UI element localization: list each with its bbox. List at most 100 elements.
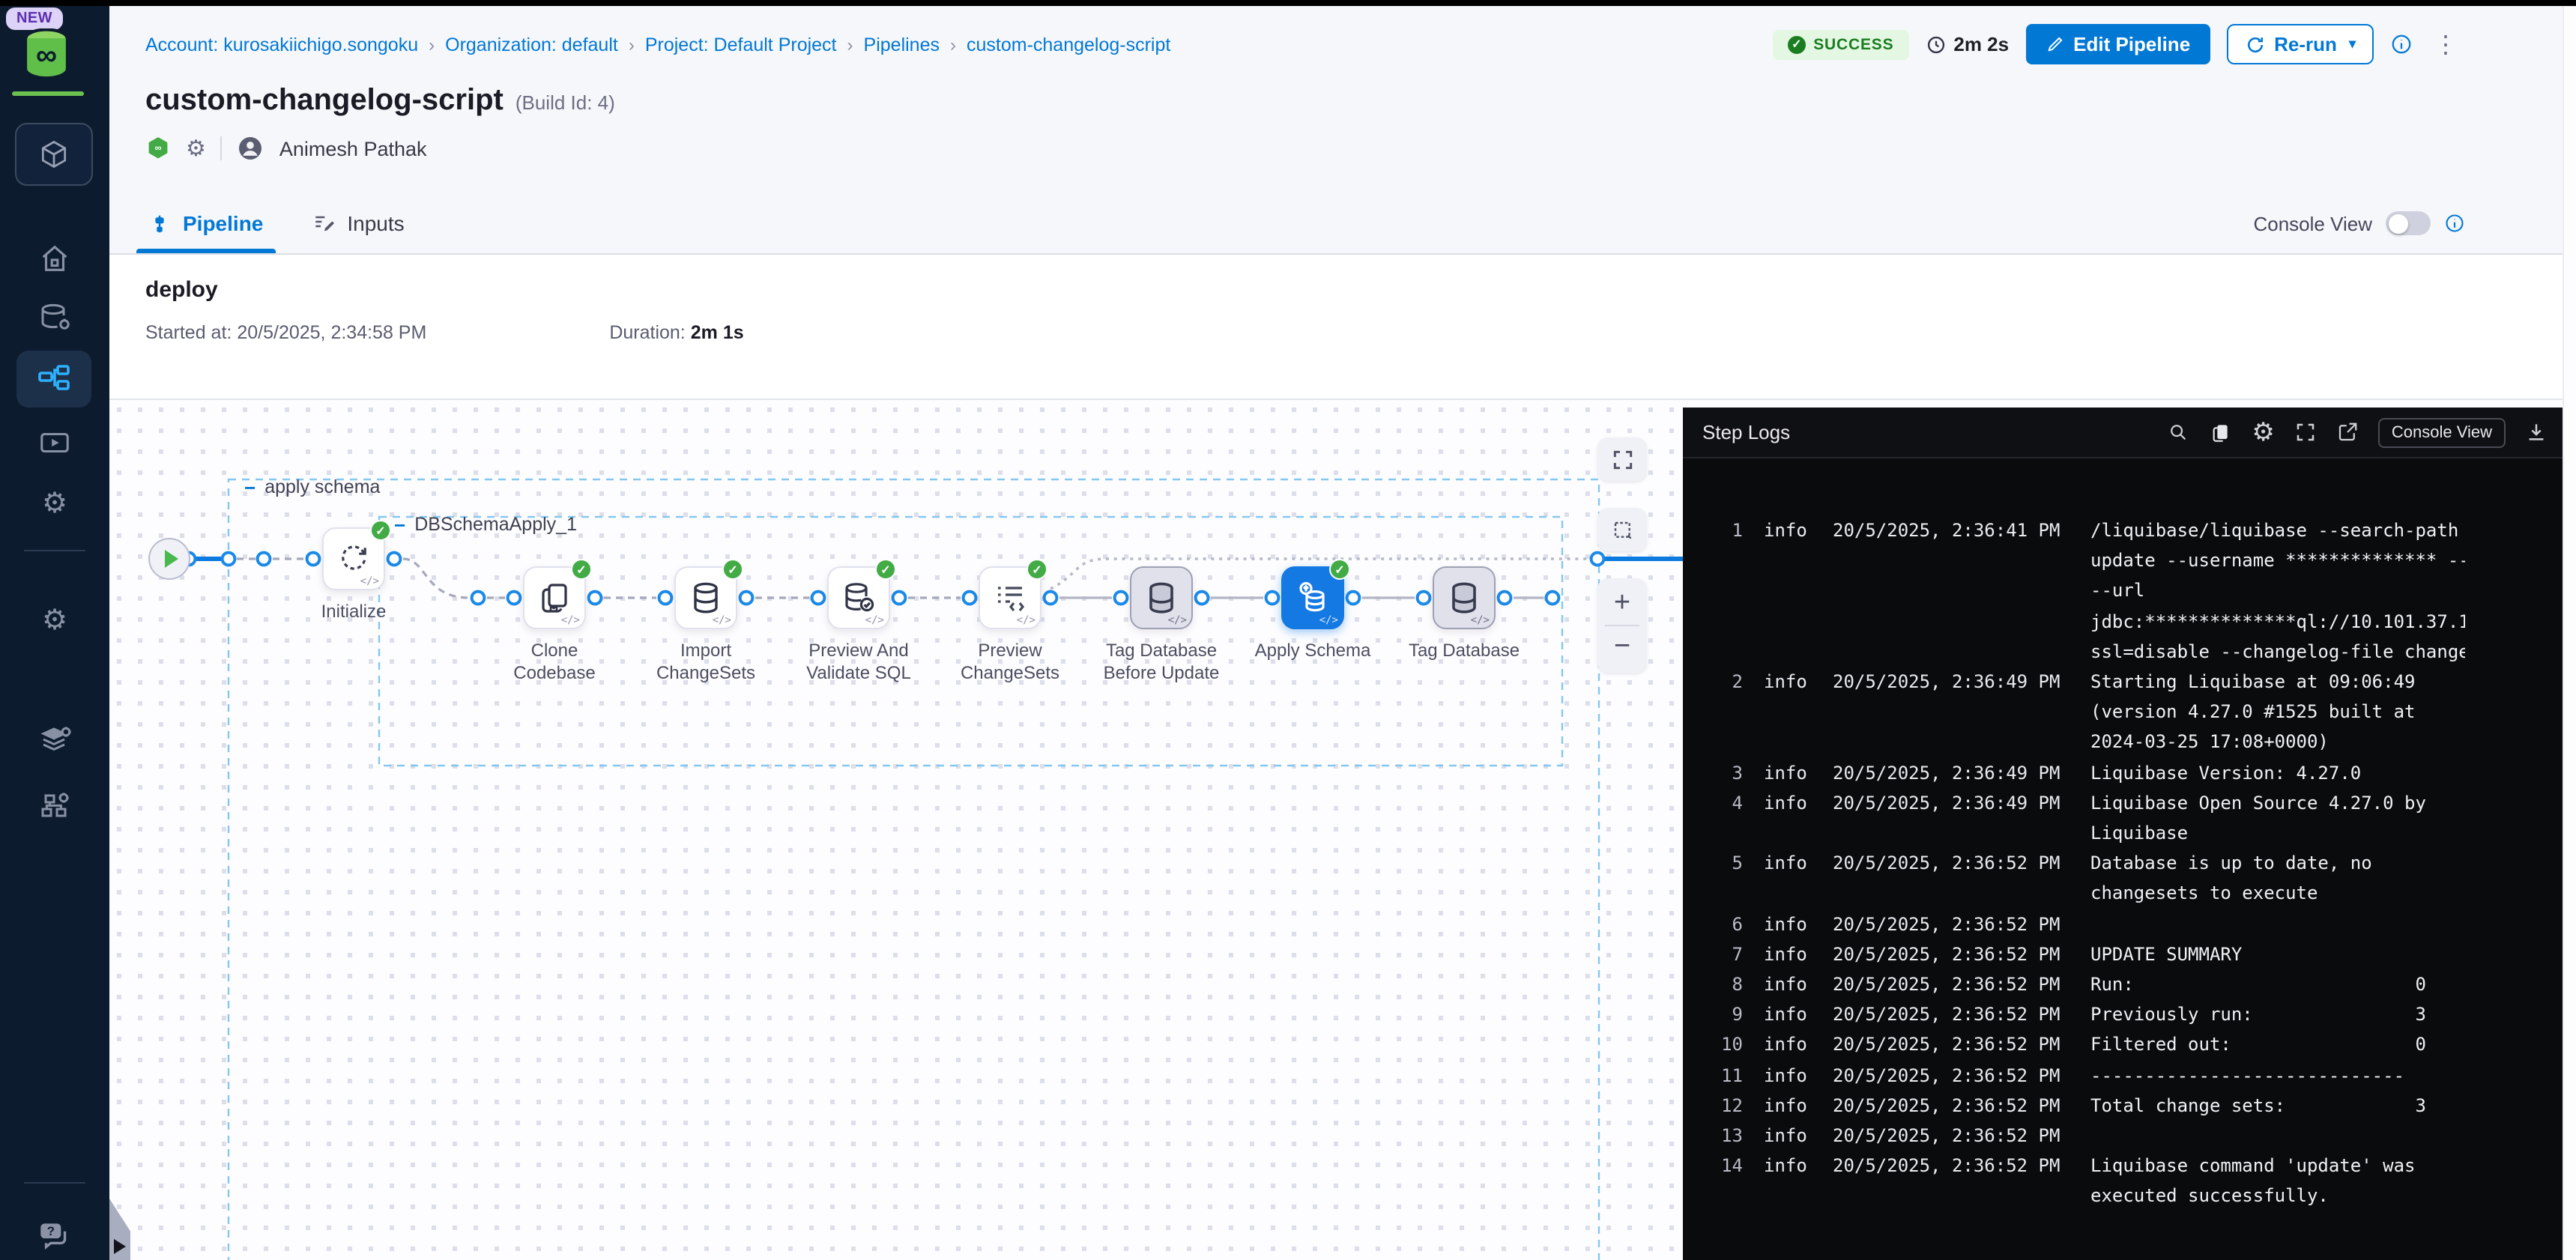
pipeline-step-initialize[interactable]: ✓</> [322, 527, 385, 590]
rerun-refresh-icon [2244, 34, 2265, 55]
code-mark-icon: </> [561, 614, 580, 626]
edit-pipeline-button[interactable]: Edit Pipeline [2025, 24, 2210, 64]
liquibase-db-logo-icon[interactable]: ∞ [21, 28, 72, 79]
log-console-view-button[interactable]: Console View [2378, 417, 2506, 447]
pipeline-step-tag-database[interactable]: </> [1433, 566, 1496, 629]
log-level: info [1764, 909, 1812, 939]
log-message: Starting Liquibase at 09:06:49 [2090, 667, 2465, 697]
log-copy-button[interactable] [2208, 420, 2232, 444]
log-open-new-tab-button[interactable] [2336, 421, 2359, 443]
log-line-number [1704, 637, 1743, 667]
executions-icon [37, 425, 72, 460]
chevron-down-icon: ▾ [2349, 36, 2356, 52]
download-icon [2525, 421, 2548, 443]
breadcrumb-link[interactable]: Pipelines [864, 34, 940, 55]
pipeline-step-preview-changesets[interactable]: ✓</> [979, 566, 1041, 629]
breadcrumb-link[interactable]: Organization: default [445, 34, 618, 55]
console-view-toggle[interactable] [2386, 211, 2431, 235]
page-scrollbar[interactable] [2563, 6, 2576, 1260]
pipeline-step-tag-database-before-update[interactable]: </> [1130, 566, 1193, 629]
collapse-group-button[interactable]: − [244, 477, 256, 497]
success-check-icon: ✓ [722, 559, 743, 580]
log-row: 7info20/5/2025, 2:36:52 PMUPDATE SUMMARY [1704, 939, 2563, 969]
selection-mode-button[interactable] [1597, 508, 1647, 551]
log-timestamp [1833, 697, 2069, 727]
log-line-number: 10 [1704, 1030, 1743, 1060]
sidebar-item-executions[interactable] [0, 425, 109, 460]
log-timestamp: 20/5/2025, 2:36:52 PM [1833, 1151, 2069, 1181]
rerun-button[interactable]: Re-run ▾ [2226, 24, 2374, 64]
sidebar-item-resources[interactable] [0, 722, 109, 758]
module-switcher-button[interactable] [15, 123, 93, 186]
sidebar-item-account-settings[interactable] [0, 788, 109, 824]
info-icon[interactable] [2444, 213, 2465, 234]
log-row: 8info20/5/2025, 2:36:52 PMRun: 0 [1704, 969, 2563, 999]
success-check-icon: ✓ [1329, 559, 1350, 580]
stage-summary: deploy Started at: 20/5/2025, 2:34:58 PM… [109, 255, 2576, 402]
pipeline-step-clone-codebase[interactable]: ✓</> [523, 566, 586, 629]
step-label: Import ChangeSets [637, 640, 775, 685]
help-chat-icon: ? [36, 1217, 73, 1254]
sidebar-item-databases[interactable] [0, 300, 109, 336]
log-line-number: 13 [1704, 1121, 1743, 1151]
sidebar-item-project-settings[interactable]: ⚙ [0, 607, 109, 635]
log-settings-button[interactable]: ⚙ [2252, 420, 2275, 445]
breadcrumb-link[interactable]: Project: Default Project [645, 34, 837, 55]
info-icon[interactable] [2390, 33, 2413, 55]
home-icon [37, 241, 72, 276]
log-fullscreen-button[interactable] [2294, 421, 2317, 443]
build-id: (Build Id: 4) [515, 91, 615, 114]
step-logs-title: Step Logs [1702, 421, 1790, 443]
help-button[interactable]: ? [0, 1217, 109, 1254]
log-message: changesets to execute [2090, 879, 2465, 909]
sidebar-item-home[interactable] [0, 241, 109, 276]
log-row: 4info20/5/2025, 2:36:49 PMLiquibase Open… [1704, 788, 2563, 818]
clock-icon [1925, 34, 1946, 55]
log-message: Run: 0 [2090, 969, 2465, 999]
more-options-button[interactable]: ⋮ [2429, 29, 2462, 59]
database-gear-icon [37, 300, 73, 336]
pipeline-tab-icon [148, 212, 171, 234]
new-badge: NEW [6, 7, 63, 30]
org-gear-icon [37, 788, 73, 824]
pipeline-step-import-changesets[interactable]: ✓</> [674, 566, 737, 629]
log-message: Previously run: 3 [2090, 1000, 2465, 1030]
log-row: changesets to execute [1704, 879, 2563, 909]
breadcrumb-link[interactable]: custom-changelog-script [967, 34, 1170, 55]
pipeline-settings-gear-icon[interactable]: ⚙ [186, 137, 206, 160]
sidebar-item-pipelines[interactable] [16, 351, 91, 408]
collapse-group-button[interactable]: − [394, 515, 405, 534]
tab-inputs[interactable]: Inputs [311, 193, 404, 253]
log-row: --url [1704, 576, 2563, 606]
gear-icon: ⚙ [42, 490, 67, 518]
zoom-out-button[interactable]: − [1614, 626, 1630, 668]
avatar [238, 135, 264, 162]
log-row: 5info20/5/2025, 2:36:52 PMDatabase is up… [1704, 848, 2563, 878]
log-timestamp: 20/5/2025, 2:36:49 PM [1833, 757, 2069, 787]
stage-duration: Duration: 2m 1s [609, 322, 743, 343]
code-mark-icon: </> [360, 575, 379, 587]
database-check-icon [841, 580, 877, 616]
pipeline-step-preview-and-validate-sql[interactable]: ✓</> [827, 566, 890, 629]
log-timestamp: 20/5/2025, 2:36:49 PM [1833, 788, 2069, 818]
zoom-in-button[interactable]: + [1614, 583, 1630, 625]
code-mark-icon: </> [865, 614, 884, 626]
log-timestamp: 20/5/2025, 2:36:52 PM [1833, 1060, 2069, 1090]
log-download-button[interactable] [2525, 421, 2548, 443]
status-badge: ✓ SUCCESS [1773, 29, 1908, 59]
code-mark-icon: </> [713, 614, 731, 626]
log-search-button[interactable] [2166, 421, 2189, 443]
pipeline-step-apply-schema[interactable]: ✓</> [1281, 566, 1344, 629]
log-timestamp: 20/5/2025, 2:36:41 PM [1833, 515, 2069, 545]
step-label: Apply Schema [1244, 640, 1382, 662]
breadcrumb-link[interactable]: Account: kurosakiichigo.songoku [145, 34, 418, 55]
expand-left-panel-button[interactable] [114, 1239, 126, 1254]
tab-pipeline[interactable]: Pipeline [148, 193, 263, 253]
log-level [1764, 697, 1812, 727]
log-level: info [1764, 667, 1812, 697]
pipeline-start-node[interactable] [148, 538, 190, 580]
log-message: update --username ************** --pa [2090, 545, 2465, 575]
fit-to-screen-button[interactable] [1597, 437, 1647, 481]
sidebar-item-settings[interactable]: ⚙ [0, 490, 109, 518]
copy-icon [2208, 420, 2232, 444]
